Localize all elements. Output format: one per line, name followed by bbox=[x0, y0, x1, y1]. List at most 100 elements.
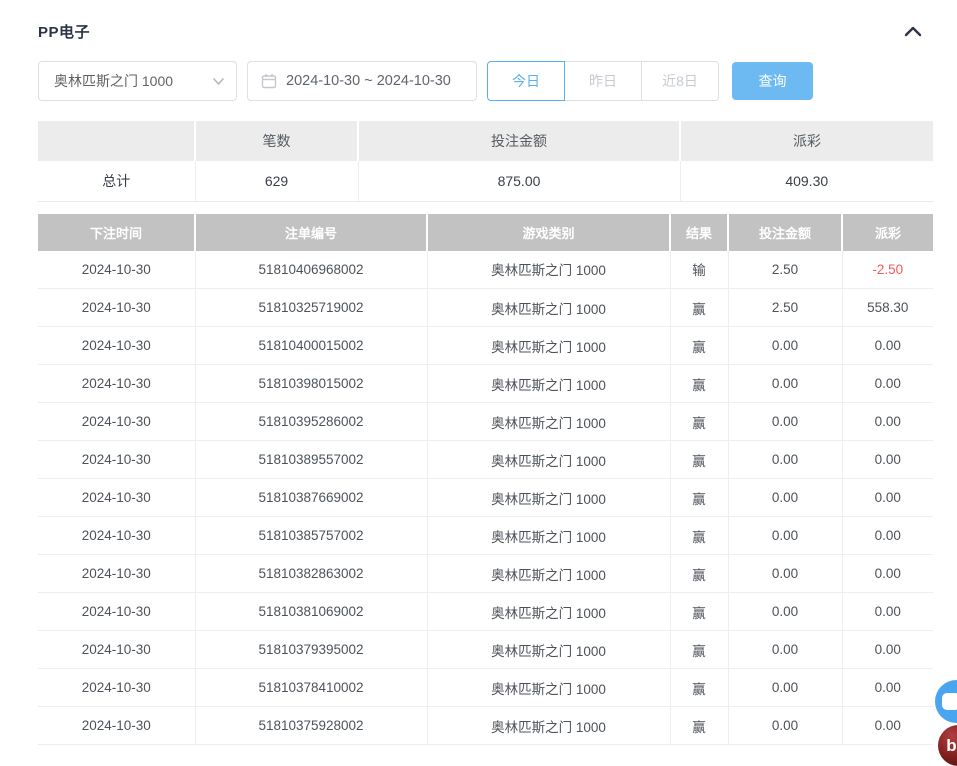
table-row: 2024-10-3051810378410002奥林匹斯之门 1000赢0.00… bbox=[38, 669, 933, 707]
records-table: 下注时间 注单编号 游戏类别 结果 投注金额 派彩 2024-10-305181… bbox=[38, 214, 933, 746]
cell-game: 奥林匹斯之门 1000 bbox=[427, 441, 670, 479]
cell-game: 奥林匹斯之门 1000 bbox=[427, 593, 670, 631]
table-row: 2024-10-3051810379395002奥林匹斯之门 1000赢0.00… bbox=[38, 631, 933, 669]
summary-col-bet-amount: 投注金额 bbox=[358, 121, 680, 161]
cell-game: 奥林匹斯之门 1000 bbox=[427, 251, 670, 289]
table-row: 2024-10-3051810382863002奥林匹斯之门 1000赢0.00… bbox=[38, 555, 933, 593]
cell-order-no: 51810375928002 bbox=[195, 707, 427, 745]
cell-order-no: 51810325719002 bbox=[195, 289, 427, 327]
cell-order-no: 51810389557002 bbox=[195, 441, 427, 479]
quick-date-group: 今日 昨日 近8日 bbox=[487, 61, 719, 101]
cell-bet-time: 2024-10-30 bbox=[38, 593, 195, 631]
cell-order-no: 51810398015002 bbox=[195, 365, 427, 403]
cell-game: 奥林匹斯之门 1000 bbox=[427, 479, 670, 517]
cell-order-no: 51810385757002 bbox=[195, 517, 427, 555]
cell-bet-time: 2024-10-30 bbox=[38, 327, 195, 365]
game-select-value: 奥林匹斯之门 1000 bbox=[54, 71, 173, 91]
cell-result: 赢 bbox=[670, 517, 728, 555]
cell-bet-time: 2024-10-30 bbox=[38, 403, 195, 441]
cell-bet-amount: 0.00 bbox=[728, 327, 842, 365]
cell-bet-amount: 0.00 bbox=[728, 517, 842, 555]
summary-col-count: 笔数 bbox=[195, 121, 358, 161]
records-body: 2024-10-3051810406968002奥林匹斯之门 1000输2.50… bbox=[38, 251, 933, 745]
cell-result: 赢 bbox=[670, 327, 728, 365]
cell-bet-time: 2024-10-30 bbox=[38, 707, 195, 745]
cell-payout: 0.00 bbox=[842, 441, 933, 479]
cell-bet-time: 2024-10-30 bbox=[38, 479, 195, 517]
collapse-button[interactable] bbox=[901, 20, 925, 42]
cell-order-no: 51810381069002 bbox=[195, 593, 427, 631]
cell-result: 赢 bbox=[670, 403, 728, 441]
cell-bet-amount: 0.00 bbox=[728, 365, 842, 403]
date-range-value: 2024-10-30 ~ 2024-10-30 bbox=[286, 73, 451, 89]
cell-order-no: 51810406968002 bbox=[195, 251, 427, 289]
cell-order-no: 51810379395002 bbox=[195, 631, 427, 669]
cell-bet-amount: 0.00 bbox=[728, 669, 842, 707]
summary-total-bet-amount: 875.00 bbox=[358, 161, 680, 201]
cell-bet-amount: 0.00 bbox=[728, 555, 842, 593]
cell-payout: 0.00 bbox=[842, 403, 933, 441]
cell-payout: 0.00 bbox=[842, 593, 933, 631]
cell-payout: 0.00 bbox=[842, 669, 933, 707]
cell-payout: 0.00 bbox=[842, 517, 933, 555]
cell-game: 奥林匹斯之门 1000 bbox=[427, 403, 670, 441]
cell-game: 奥林匹斯之门 1000 bbox=[427, 365, 670, 403]
cell-bet-amount: 0.00 bbox=[728, 403, 842, 441]
cell-result: 赢 bbox=[670, 669, 728, 707]
page-title: PP电子 bbox=[38, 21, 90, 42]
cell-bet-time: 2024-10-30 bbox=[38, 669, 195, 707]
summary-total-row: 总计 629 875.00 409.30 bbox=[38, 161, 933, 201]
cell-bet-amount: 0.00 bbox=[728, 479, 842, 517]
table-row: 2024-10-3051810381069002奥林匹斯之门 1000赢0.00… bbox=[38, 593, 933, 631]
cell-game: 奥林匹斯之门 1000 bbox=[427, 517, 670, 555]
cell-game: 奥林匹斯之门 1000 bbox=[427, 669, 670, 707]
cell-game: 奥林匹斯之门 1000 bbox=[427, 327, 670, 365]
summary-col-blank bbox=[38, 121, 195, 161]
cell-game: 奥林匹斯之门 1000 bbox=[427, 631, 670, 669]
summary-total-count: 629 bbox=[195, 161, 358, 201]
cell-payout: 0.00 bbox=[842, 707, 933, 745]
col-order-no: 注单编号 bbox=[195, 214, 427, 251]
col-bet-time: 下注时间 bbox=[38, 214, 195, 251]
table-row: 2024-10-3051810398015002奥林匹斯之门 1000赢0.00… bbox=[38, 365, 933, 403]
table-row: 2024-10-3051810387669002奥林匹斯之门 1000赢0.00… bbox=[38, 479, 933, 517]
cell-bet-time: 2024-10-30 bbox=[38, 365, 195, 403]
yesterday-button[interactable]: 昨日 bbox=[564, 61, 642, 101]
cell-bet-amount: 2.50 bbox=[728, 289, 842, 327]
panel: PP电子 奥林匹斯之门 1000 2024-10-30 ~ 2024-10-30 bbox=[0, 20, 957, 745]
cell-payout: 0.00 bbox=[842, 365, 933, 403]
cell-bet-time: 2024-10-30 bbox=[38, 289, 195, 327]
cell-payout: -2.50 bbox=[842, 251, 933, 289]
summary-total-payout: 409.30 bbox=[680, 161, 933, 201]
col-result: 结果 bbox=[670, 214, 728, 251]
table-row: 2024-10-3051810389557002奥林匹斯之门 1000赢0.00… bbox=[38, 441, 933, 479]
table-row: 2024-10-3051810400015002奥林匹斯之门 1000赢0.00… bbox=[38, 327, 933, 365]
last-8-days-button[interactable]: 近8日 bbox=[641, 61, 719, 101]
date-range-picker[interactable]: 2024-10-30 ~ 2024-10-30 bbox=[247, 61, 477, 101]
col-game: 游戏类别 bbox=[427, 214, 670, 251]
cell-order-no: 51810378410002 bbox=[195, 669, 427, 707]
cell-bet-time: 2024-10-30 bbox=[38, 631, 195, 669]
records-header-row: 下注时间 注单编号 游戏类别 结果 投注金额 派彩 bbox=[38, 214, 933, 251]
today-button[interactable]: 今日 bbox=[487, 61, 565, 101]
cell-payout: 0.00 bbox=[842, 327, 933, 365]
panel-header: PP电子 bbox=[38, 20, 933, 42]
cell-order-no: 51810387669002 bbox=[195, 479, 427, 517]
cell-bet-time: 2024-10-30 bbox=[38, 555, 195, 593]
cell-order-no: 51810400015002 bbox=[195, 327, 427, 365]
cell-bet-amount: 0.00 bbox=[728, 707, 842, 745]
query-button[interactable]: 查询 bbox=[732, 62, 813, 100]
cell-bet-amount: 2.50 bbox=[728, 251, 842, 289]
browser-logo-letter: b bbox=[946, 736, 956, 756]
cell-game: 奥林匹斯之门 1000 bbox=[427, 555, 670, 593]
table-row: 2024-10-3051810375928002奥林匹斯之门 1000赢0.00… bbox=[38, 707, 933, 745]
game-select[interactable]: 奥林匹斯之门 1000 bbox=[38, 61, 237, 101]
cell-payout: 0.00 bbox=[842, 631, 933, 669]
cell-result: 赢 bbox=[670, 289, 728, 327]
chevron-down-icon bbox=[213, 78, 224, 85]
chevron-up-icon bbox=[904, 26, 922, 37]
col-bet-amount: 投注金额 bbox=[728, 214, 842, 251]
cell-bet-amount: 0.00 bbox=[728, 631, 842, 669]
cell-result: 输 bbox=[670, 251, 728, 289]
cell-result: 赢 bbox=[670, 631, 728, 669]
